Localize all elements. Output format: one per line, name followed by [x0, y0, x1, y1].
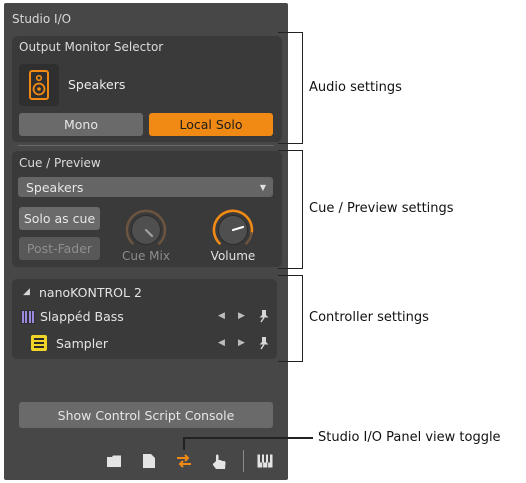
volume-knob-icon — [212, 209, 254, 245]
pin-icon[interactable] — [258, 309, 270, 323]
solo-as-cue-button[interactable]: Solo as cue — [19, 207, 100, 230]
cue-output-dropdown[interactable]: Speakers ▼ — [18, 177, 273, 197]
caret-down-icon: ▼ — [259, 182, 266, 192]
toggle-pointer-vertical — [183, 437, 185, 450]
track-row[interactable]: Slappéd Bass ◀ ▶ — [18, 306, 273, 328]
output-device-label: Speakers — [68, 77, 126, 92]
previous-arrow-icon[interactable]: ◀ — [218, 338, 225, 348]
hand-icon[interactable] — [210, 452, 228, 470]
keyboard-icon[interactable] — [256, 452, 274, 470]
sampler-device-icon — [31, 335, 47, 351]
controller-settings-bracket — [278, 275, 303, 362]
speaker-icon-tile[interactable] — [19, 64, 59, 106]
cue-mix-knob[interactable] — [124, 208, 168, 252]
cue-preview-heading: Cue / Preview — [19, 156, 101, 170]
controller-settings-annotation: Controller settings — [309, 310, 429, 325]
show-control-script-console-button[interactable]: Show Control Script Console — [19, 402, 273, 428]
output-monitor-heading: Output Monitor Selector — [19, 40, 164, 54]
previous-arrow-icon[interactable]: ◀ — [218, 311, 225, 321]
cue-mix-knob-icon — [125, 209, 167, 245]
volume-label: Volume — [210, 249, 256, 263]
panel-title: Studio I/O — [12, 12, 72, 26]
toggle-annotation: Studio I/O Panel view toggle — [318, 430, 501, 445]
speaker-icon — [29, 70, 49, 100]
folder-icon[interactable] — [105, 452, 123, 470]
section-divider — [18, 145, 274, 146]
volume-knob[interactable] — [211, 208, 255, 252]
audio-settings-annotation: Audio settings — [309, 80, 402, 95]
post-fader-button[interactable]: Post-Fader — [19, 237, 100, 260]
track-label: Slappéd Bass — [40, 309, 124, 324]
piano-keys-icon — [21, 310, 35, 324]
next-arrow-icon[interactable]: ▶ — [238, 311, 245, 321]
track-label: Sampler — [56, 336, 109, 351]
studio-io-toggle-icon[interactable] — [175, 452, 193, 470]
local-solo-button[interactable]: Local Solo — [149, 113, 273, 136]
mono-button[interactable]: Mono — [19, 113, 143, 136]
collapse-triangle-icon[interactable]: ◢ — [23, 287, 30, 297]
next-arrow-icon[interactable]: ▶ — [238, 338, 245, 348]
audio-settings-bracket — [278, 32, 303, 144]
toggle-pointer-horizontal — [183, 437, 313, 439]
cue-mix-label: Cue Mix — [122, 249, 170, 263]
toolbar-separator — [243, 450, 244, 472]
track-row[interactable]: Sampler ◀ ▶ — [18, 332, 273, 354]
cue-settings-annotation: Cue / Preview settings — [309, 201, 454, 216]
cue-settings-bracket — [278, 150, 303, 269]
cue-output-dropdown-value: Speakers — [26, 179, 84, 195]
pin-icon[interactable] — [258, 336, 270, 350]
controller-name: nanoKONTROL 2 — [39, 285, 142, 300]
file-icon[interactable] — [140, 452, 158, 470]
